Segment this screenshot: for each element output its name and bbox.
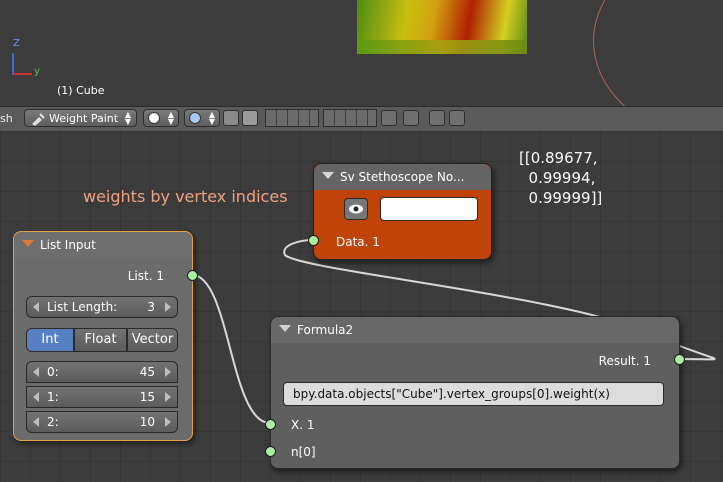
viewport-header: sh Weight Paint ▲ ▼ ▲ ▼ ▲ ▼ bbox=[0, 106, 723, 132]
face-mask-icon[interactable] bbox=[223, 110, 239, 126]
mode-select-label: Weight Paint bbox=[49, 112, 119, 125]
eye-icon bbox=[349, 204, 363, 214]
layers-grid-a[interactable] bbox=[265, 109, 319, 127]
decrement-arrow-icon[interactable] bbox=[33, 392, 39, 402]
updown-arrows-icon: ▲ ▼ bbox=[167, 110, 174, 126]
list-input-node[interactable]: List Input List. 1 List Length: 3 Int Fl… bbox=[13, 231, 198, 441]
pivot-point-icon bbox=[189, 112, 201, 124]
vertex-mask-icon[interactable] bbox=[242, 110, 258, 126]
list-length-field[interactable]: List Length: 3 bbox=[26, 296, 178, 318]
list-output-socket[interactable] bbox=[187, 270, 198, 281]
tab-int[interactable]: Int bbox=[26, 328, 74, 352]
layers-grid-b[interactable] bbox=[323, 109, 377, 127]
list-length-value: 3 bbox=[147, 300, 155, 314]
stethoscope-output-text: [[0.89677, 0.99994, 0.99999]] bbox=[519, 149, 603, 207]
list-input-node-title: List Input bbox=[40, 238, 96, 252]
formula-expression-field[interactable]: bpy.data.objects["Cube"].vertex_groups[0… bbox=[283, 382, 664, 406]
result-output-socket[interactable] bbox=[674, 354, 685, 365]
weight-paint-brush-icon bbox=[32, 113, 45, 126]
stethoscope-node-title: Sv Stethoscope No... bbox=[340, 170, 465, 184]
film-render-icon[interactable] bbox=[449, 110, 465, 126]
color-swatch[interactable] bbox=[380, 197, 478, 221]
3d-viewport[interactable]: Z y (1) Cube bbox=[0, 0, 723, 106]
tab-float[interactable]: Float bbox=[74, 328, 127, 352]
increment-arrow-icon[interactable] bbox=[165, 417, 171, 427]
frame-annotation: weights by vertex indices bbox=[83, 187, 288, 206]
list-item-value: 45 bbox=[139, 365, 155, 379]
data-input-socket[interactable] bbox=[308, 235, 319, 246]
z-axis-line bbox=[12, 53, 14, 75]
active-object-label: (1) Cube bbox=[57, 84, 105, 97]
stethoscope-node[interactable]: Sv Stethoscope No... Data. 1 bbox=[308, 163, 492, 260]
list-item-label: 1: bbox=[47, 390, 59, 404]
list-item-field-0[interactable]: 0: 45 bbox=[26, 361, 178, 383]
list-output-label: List. 1 bbox=[127, 269, 164, 283]
occlude-geometry-icon[interactable] bbox=[403, 110, 419, 126]
list-item-value: 10 bbox=[139, 415, 155, 429]
decrement-arrow-icon[interactable] bbox=[33, 302, 39, 312]
eye-toggle[interactable] bbox=[344, 198, 368, 220]
x-input-socket[interactable] bbox=[265, 419, 276, 430]
header-mesh-text: sh bbox=[0, 112, 13, 125]
solid-shading-icon bbox=[148, 112, 160, 124]
list-item-label: 2: bbox=[47, 415, 59, 429]
list-item-field-1[interactable]: 1: 15 bbox=[26, 386, 178, 408]
collapse-triangle-icon[interactable] bbox=[322, 172, 334, 179]
formula-node-header[interactable]: Formula2 bbox=[271, 317, 679, 343]
cube-mesh-shade bbox=[357, 40, 527, 54]
camera-render-icon[interactable] bbox=[429, 110, 445, 126]
n-input-label: n[0] bbox=[291, 445, 316, 459]
x-axis-line bbox=[12, 73, 32, 75]
lock-layers-icon[interactable] bbox=[381, 110, 397, 126]
stethoscope-node-header[interactable]: Sv Stethoscope No... bbox=[314, 164, 491, 190]
x-input-label: X. 1 bbox=[291, 418, 315, 432]
collapse-triangle-icon[interactable] bbox=[22, 240, 34, 247]
updown-arrows-icon: ▲ ▼ bbox=[124, 110, 131, 126]
increment-arrow-icon[interactable] bbox=[165, 367, 171, 377]
decrement-arrow-icon[interactable] bbox=[33, 367, 39, 377]
list-input-node-header[interactable]: List Input bbox=[14, 232, 192, 258]
formula-node[interactable]: Formula2 Result. 1 bpy.data.objects["Cub… bbox=[265, 316, 685, 469]
list-item-label: 0: bbox=[47, 365, 59, 379]
list-item-field-2[interactable]: 2: 10 bbox=[26, 411, 178, 433]
formula-node-title: Formula2 bbox=[297, 323, 354, 337]
y-axis-label: y bbox=[34, 66, 40, 77]
mode-select[interactable]: Weight Paint ▲ ▼ bbox=[24, 109, 137, 127]
list-length-label: List Length: bbox=[47, 300, 118, 314]
result-output-label: Result. 1 bbox=[598, 354, 651, 368]
increment-arrow-icon[interactable] bbox=[165, 392, 171, 402]
shading-select[interactable]: ▲ ▼ bbox=[143, 109, 179, 127]
n-input-socket[interactable] bbox=[265, 446, 276, 457]
tab-vector[interactable]: Vector bbox=[127, 328, 178, 352]
increment-arrow-icon[interactable] bbox=[165, 302, 171, 312]
pivot-select[interactable]: ▲ ▼ bbox=[184, 109, 220, 127]
updown-arrows-icon: ▲ ▼ bbox=[208, 110, 215, 126]
view-circle-guide bbox=[593, 0, 723, 106]
z-axis-label: Z bbox=[13, 38, 20, 49]
data-input-label: Data. 1 bbox=[336, 235, 380, 249]
decrement-arrow-icon[interactable] bbox=[33, 417, 39, 427]
collapse-triangle-icon[interactable] bbox=[279, 325, 291, 332]
list-item-value: 15 bbox=[139, 390, 155, 404]
